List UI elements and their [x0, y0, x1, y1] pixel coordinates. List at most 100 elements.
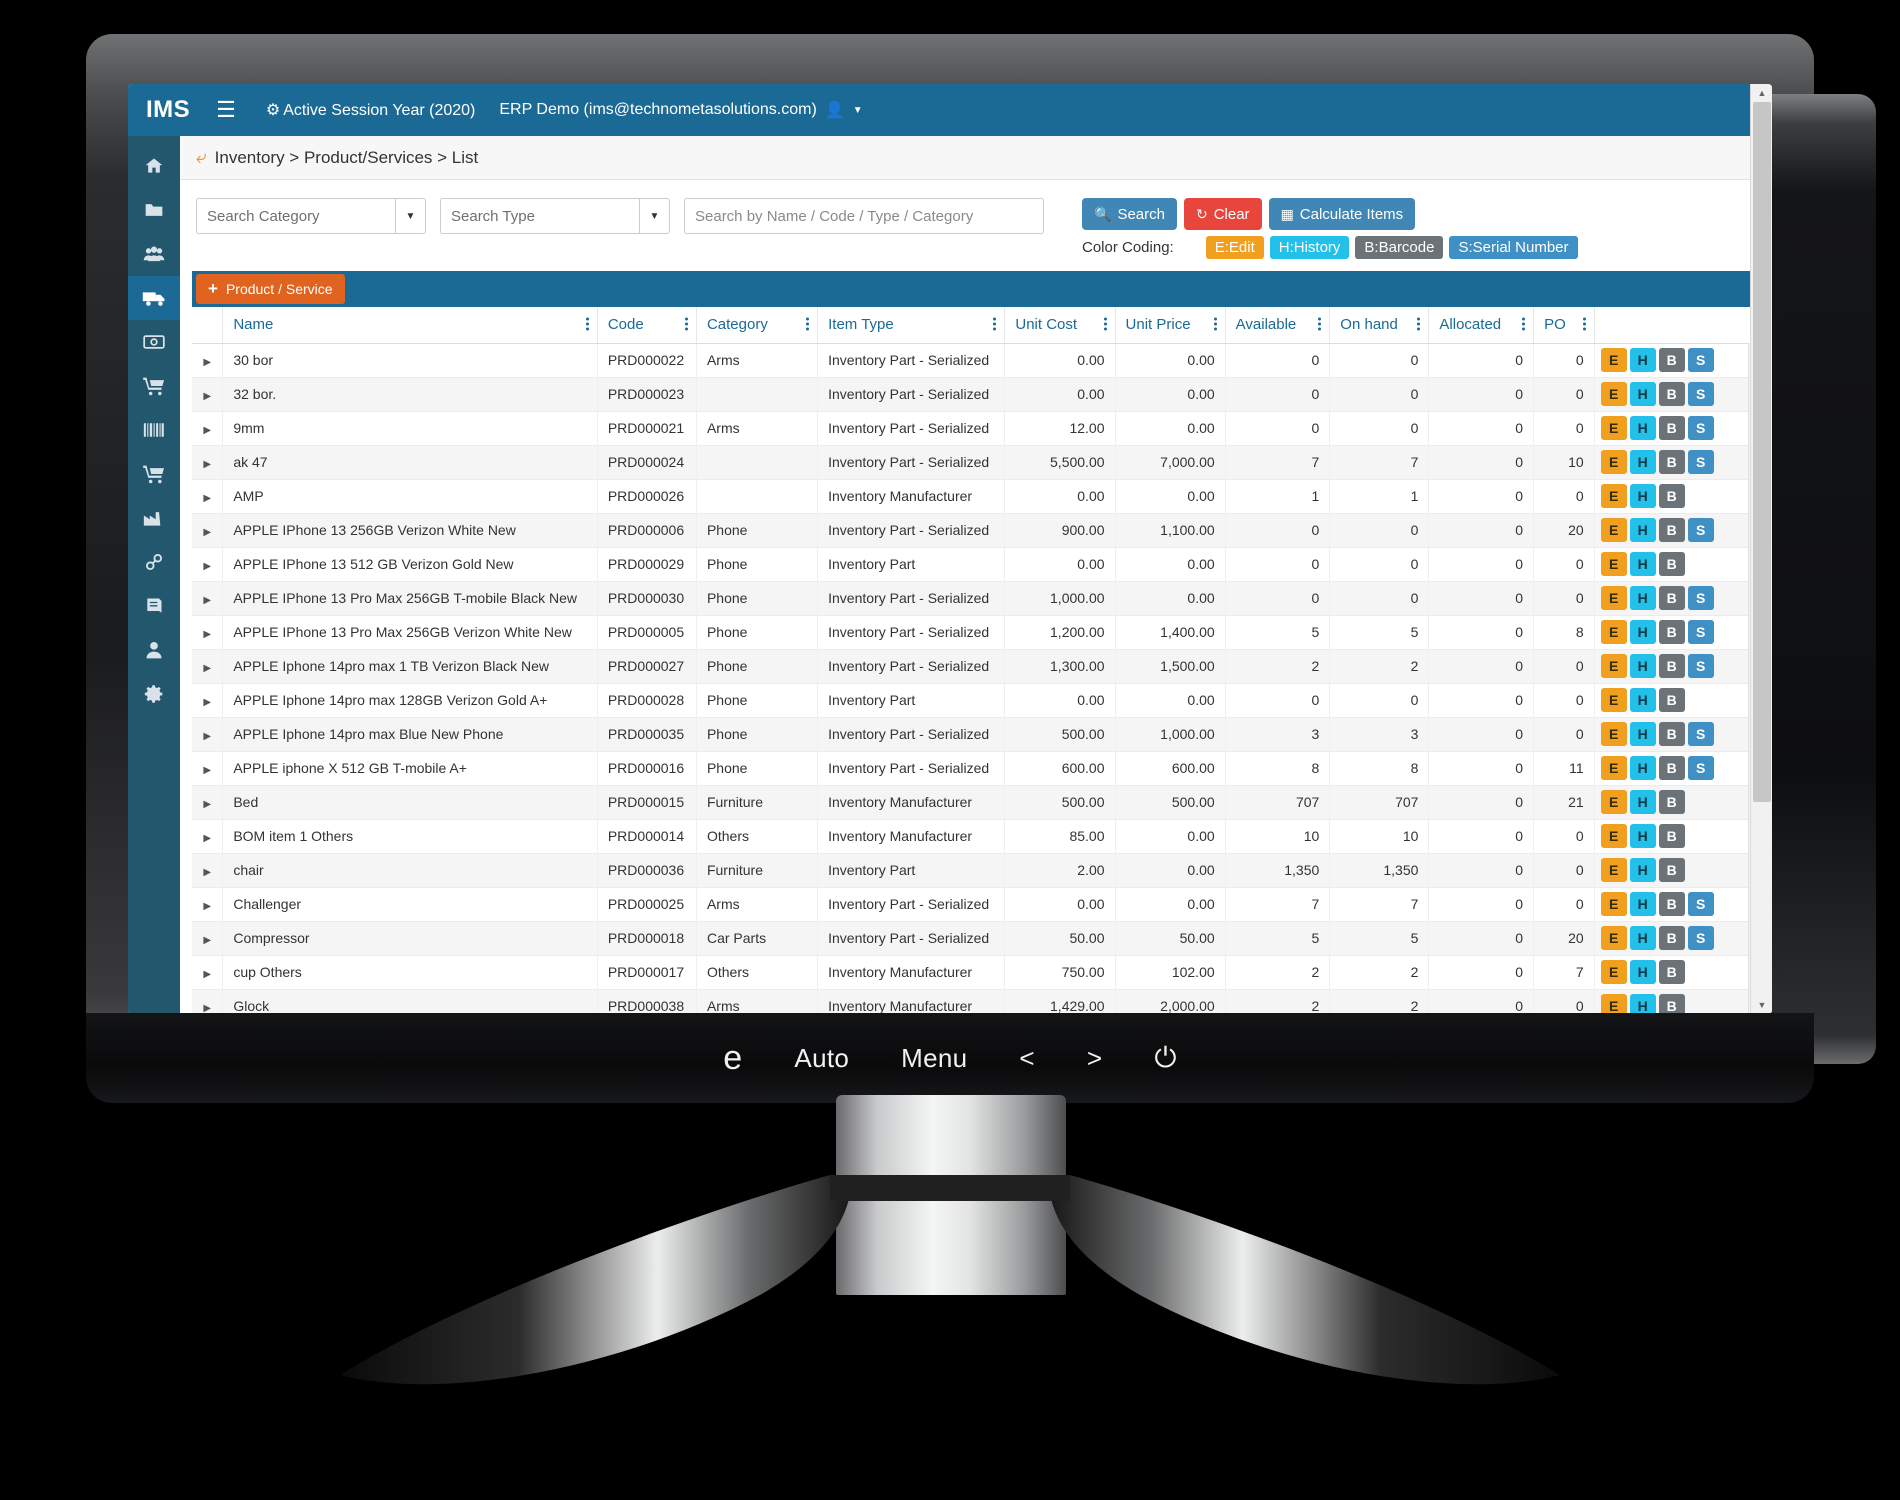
history-button[interactable]: H — [1629, 926, 1656, 950]
barcode-button[interactable]: B — [1658, 416, 1685, 440]
history-button[interactable]: H — [1629, 722, 1656, 746]
column-menu-icon[interactable] — [1522, 317, 1526, 332]
row-expander[interactable]: ▶ — [192, 649, 224, 684]
history-button[interactable]: H — [1629, 688, 1656, 712]
edit-button[interactable]: E — [1600, 790, 1627, 814]
row-expander[interactable]: ▶ — [192, 887, 224, 922]
sidebar-item-files[interactable] — [128, 188, 180, 232]
edit-button[interactable]: E — [1600, 756, 1627, 780]
serial-number-button[interactable]: S — [1687, 756, 1714, 780]
edit-button[interactable]: E — [1600, 994, 1627, 1014]
th-code[interactable]: Code — [597, 307, 697, 344]
sidebar-item-users[interactable] — [128, 628, 180, 672]
sidebar-item-sales[interactable] — [128, 452, 180, 496]
sidebar-item-purchase[interactable] — [128, 364, 180, 408]
th-unit-price[interactable]: Unit Price — [1115, 307, 1226, 344]
edit-button[interactable]: E — [1600, 688, 1627, 712]
page-scrollbar-thumb[interactable] — [1753, 102, 1771, 802]
edit-button[interactable]: E — [1600, 416, 1627, 440]
edit-button[interactable]: E — [1600, 552, 1627, 576]
sidebar-item-reports[interactable] — [128, 496, 180, 540]
history-button[interactable]: H — [1629, 858, 1656, 882]
table-row[interactable]: ▶ cup Others PRD000017 Others Inventory Manu… — [192, 955, 1761, 990]
serial-number-button[interactable]: S — [1687, 722, 1714, 746]
history-button[interactable]: H — [1629, 620, 1656, 644]
search-category-select[interactable]: Search Category ▼ — [196, 198, 426, 234]
table-row[interactable]: ▶ APPLE IPhone 13 Pro Max 256GB Verizon W… — [192, 615, 1761, 650]
edit-button[interactable]: E — [1600, 518, 1627, 542]
add-product-service-button[interactable]: + Product / Service — [196, 274, 345, 304]
page-vertical-scrollbar[interactable]: ▲ ▼ — [1750, 84, 1772, 1014]
history-button[interactable]: H — [1629, 654, 1656, 678]
scroll-up-icon[interactable]: ▲ — [1751, 84, 1772, 102]
barcode-button[interactable]: B — [1658, 926, 1685, 950]
barcode-button[interactable]: B — [1658, 960, 1685, 984]
edit-button[interactable]: E — [1600, 348, 1627, 372]
barcode-button[interactable]: B — [1658, 858, 1685, 882]
row-expander[interactable]: ▶ — [192, 377, 224, 412]
history-button[interactable]: H — [1629, 960, 1656, 984]
edit-button[interactable]: E — [1600, 858, 1627, 882]
history-button[interactable]: H — [1629, 552, 1656, 576]
th-category[interactable]: Category — [696, 307, 819, 344]
table-row[interactable]: ▶ APPLE Iphone 14pro max 128GB Verizon Go… — [192, 683, 1761, 718]
row-expander[interactable]: ▶ — [192, 343, 224, 378]
history-button[interactable]: H — [1629, 450, 1656, 474]
serial-number-button[interactable]: S — [1687, 450, 1714, 474]
history-button[interactable]: H — [1629, 484, 1656, 508]
column-menu-icon[interactable] — [1213, 317, 1218, 332]
serial-number-button[interactable]: S — [1687, 620, 1714, 644]
barcode-button[interactable]: B — [1658, 450, 1685, 474]
column-menu-icon[interactable] — [1417, 317, 1421, 332]
clear-button[interactable]: ↻ Clear — [1183, 198, 1262, 230]
search-button[interactable]: 🔍 Search — [1082, 198, 1177, 230]
hamburger-icon[interactable]: ☰ — [216, 99, 236, 121]
row-expander[interactable]: ▶ — [192, 445, 224, 480]
sidebar-item-settings[interactable] — [128, 672, 180, 716]
row-expander[interactable]: ▶ — [192, 717, 224, 752]
row-expander[interactable]: ▶ — [192, 921, 224, 956]
table-row[interactable]: ▶ APPLE Iphone 14pro max Blue New Phone PR… — [192, 717, 1761, 752]
history-button[interactable]: H — [1629, 994, 1656, 1014]
table-row[interactable]: ▶ chair PRD000036 Furniture Inventory Part 2.… — [192, 853, 1761, 888]
row-expander[interactable]: ▶ — [192, 955, 224, 990]
table-row[interactable]: ▶ Glock PRD000038 Arms Inventory Manufacture… — [192, 989, 1761, 1014]
table-row[interactable]: ▶ Challenger PRD000025 Arms Inventory Part -… — [192, 887, 1761, 922]
barcode-button[interactable]: B — [1658, 348, 1685, 372]
row-expander[interactable]: ▶ — [192, 615, 224, 650]
table-row[interactable]: ▶ APPLE Iphone 14pro max 1 TB Verizon Bla… — [192, 649, 1761, 684]
monitor-next-button[interactable]: > — [1087, 1043, 1102, 1074]
monitor-prev-button[interactable]: < — [1019, 1043, 1034, 1074]
edit-button[interactable]: E — [1600, 824, 1627, 848]
barcode-button[interactable]: B — [1658, 586, 1685, 610]
edit-button[interactable]: E — [1600, 620, 1627, 644]
serial-number-button[interactable]: S — [1687, 654, 1714, 678]
edit-button[interactable]: E — [1600, 484, 1627, 508]
column-menu-icon[interactable] — [684, 317, 689, 332]
sidebar-item-ledger[interactable] — [128, 584, 180, 628]
column-menu-icon[interactable] — [993, 317, 997, 332]
edit-button[interactable]: E — [1600, 586, 1627, 610]
th-unit-cost[interactable]: Unit Cost — [1004, 307, 1116, 344]
th-po[interactable]: PO — [1533, 307, 1595, 344]
history-button[interactable]: H — [1629, 586, 1656, 610]
th-available[interactable]: Available — [1225, 307, 1331, 344]
table-row[interactable]: ▶ AMP PRD000026 Inventory Manufacturer 0.00 0… — [192, 479, 1761, 514]
th-name[interactable]: Name — [222, 307, 598, 344]
serial-number-button[interactable]: S — [1687, 892, 1714, 916]
barcode-button[interactable]: B — [1658, 688, 1685, 712]
table-row[interactable]: ▶ 9mm PRD000021 Arms Inventory Part - Serial… — [192, 411, 1761, 446]
monitor-auto-button[interactable]: Auto — [794, 1043, 849, 1074]
monitor-power-button[interactable]: ⏻ — [1154, 1042, 1176, 1075]
table-row[interactable]: ▶ APPLE IPhone 13 256GB Verizon White New… — [192, 513, 1761, 548]
history-button[interactable]: H — [1629, 892, 1656, 916]
table-row[interactable]: ▶ Compressor PRD000018 Car Parts Inventory P… — [192, 921, 1761, 956]
calculate-items-button[interactable]: ▦ Calculate Items — [1268, 198, 1416, 230]
sidebar-item-integrations[interactable] — [128, 540, 180, 584]
table-row[interactable]: ▶ 30 bor PRD000022 Arms Inventory Part - Ser… — [192, 343, 1761, 378]
row-expander[interactable]: ▶ — [192, 989, 224, 1014]
row-expander[interactable]: ▶ — [192, 853, 224, 888]
row-expander[interactable]: ▶ — [192, 751, 224, 786]
barcode-button[interactable]: B — [1658, 790, 1685, 814]
row-expander[interactable]: ▶ — [192, 479, 224, 514]
